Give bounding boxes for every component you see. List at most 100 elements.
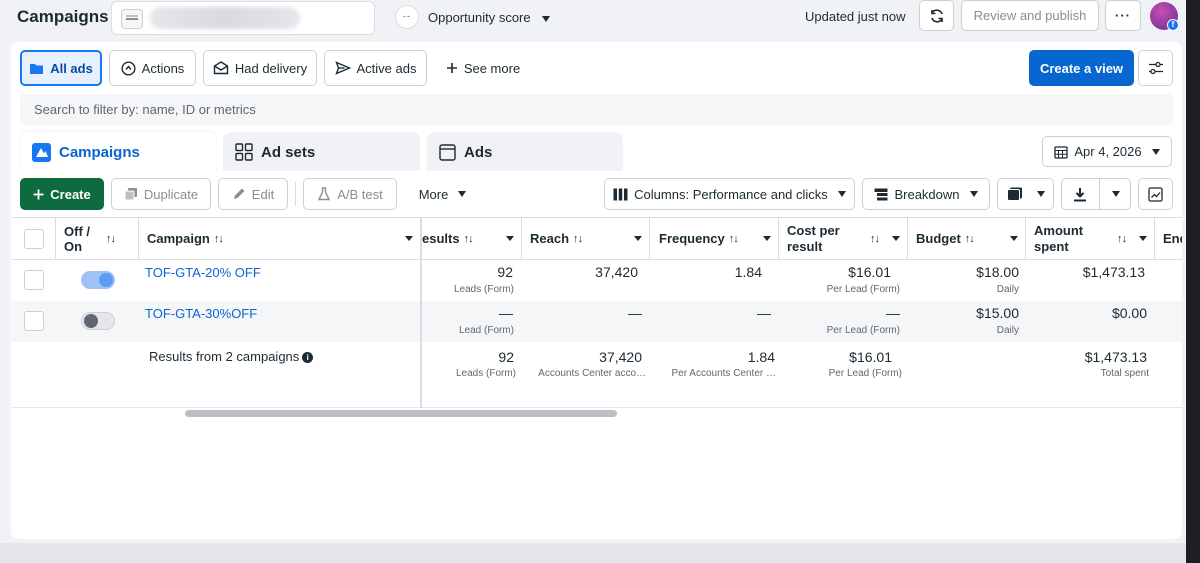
reach-header-label: Reach bbox=[530, 231, 570, 246]
spent-value: $1,473.13 bbox=[1082, 264, 1145, 280]
refresh-button[interactable] bbox=[919, 0, 954, 31]
results-header-label: esults bbox=[422, 231, 460, 246]
breakdown-label: Breakdown bbox=[894, 186, 960, 202]
row-checkbox[interactable] bbox=[24, 270, 44, 290]
pencil-icon bbox=[232, 187, 246, 201]
column-header-reach[interactable]: Reach ↑↓ bbox=[530, 217, 583, 260]
opportunity-score-label: Opportunity score bbox=[428, 10, 531, 25]
account-selector[interactable] bbox=[111, 1, 375, 35]
chevron-down-icon[interactable] bbox=[1010, 236, 1018, 241]
chevron-down-icon[interactable] bbox=[405, 236, 413, 241]
chevron-down-icon bbox=[1036, 191, 1045, 197]
column-header-results[interactable]: esults ↑↓ bbox=[422, 217, 474, 260]
tab-campaigns-label: Campaigns bbox=[59, 143, 140, 161]
ab-test-button[interactable]: A/B test bbox=[303, 178, 397, 210]
filter-all-ads-label: All ads bbox=[50, 60, 93, 76]
sort-icon: ↑↓ bbox=[728, 232, 739, 245]
cost-sub: Per Lead (Form) bbox=[826, 284, 900, 295]
sort-icon[interactable]: ↑↓ bbox=[866, 217, 880, 260]
horizontal-scrollbar[interactable] bbox=[185, 410, 617, 417]
summary-reach: 37,420 bbox=[599, 349, 642, 365]
sort-icon: ↑↓ bbox=[463, 232, 474, 245]
tab-ads[interactable]: Ads bbox=[427, 132, 623, 172]
reach-value: — bbox=[628, 305, 642, 321]
date-range-label: Apr 4, 2026 bbox=[1074, 144, 1142, 159]
chevron-down-icon[interactable] bbox=[506, 236, 514, 241]
column-header-campaign[interactable]: Campaign ↑↓ bbox=[147, 217, 224, 260]
filter-actions-label: Actions bbox=[141, 60, 185, 76]
chevron-down-icon[interactable] bbox=[763, 236, 771, 241]
reach-value: 37,420 bbox=[595, 264, 638, 280]
column-header-ends[interactable]: End bbox=[1163, 217, 1182, 260]
grid-icon bbox=[235, 143, 253, 161]
actions-icon bbox=[121, 60, 136, 76]
campaign-link[interactable]: TOF-GTA-20% OFF bbox=[145, 265, 261, 280]
reports-dropdown[interactable] bbox=[997, 178, 1054, 210]
review-publish-button[interactable]: Review and publish bbox=[961, 0, 1099, 31]
row-checkbox[interactable] bbox=[24, 311, 44, 331]
campaign-toggle-off[interactable] bbox=[81, 312, 115, 330]
download-icon bbox=[1073, 187, 1087, 202]
chevron-down-icon[interactable] bbox=[634, 236, 642, 241]
info-icon[interactable]: i bbox=[302, 352, 314, 363]
campaign-toggle-on[interactable] bbox=[81, 271, 115, 289]
campaign-link[interactable]: TOF-GTA-30%OFF bbox=[145, 306, 257, 321]
sort-icon[interactable]: ↑↓ bbox=[102, 217, 116, 260]
column-header-budget[interactable]: Budget ↑↓ bbox=[916, 217, 975, 260]
bottom-strip bbox=[0, 543, 1186, 563]
breakdown-icon bbox=[874, 188, 888, 201]
square-icon bbox=[439, 143, 456, 161]
chevron-down-icon[interactable] bbox=[892, 236, 900, 241]
view-settings-button[interactable] bbox=[1138, 50, 1173, 86]
more-dropdown[interactable]: More bbox=[405, 178, 480, 210]
columns-dropdown[interactable]: Columns: Performance and clicks bbox=[604, 178, 855, 210]
opportunity-score-dots: -- bbox=[395, 5, 419, 29]
spent-value: $0.00 bbox=[1111, 305, 1147, 321]
more-icon: ··· bbox=[1115, 8, 1131, 23]
see-more-filters[interactable]: See more bbox=[436, 50, 530, 86]
chevron-down-icon bbox=[1111, 191, 1120, 197]
breakdown-dropdown[interactable]: Breakdown bbox=[862, 178, 990, 210]
tab-ad-sets-label: Ad sets bbox=[261, 143, 316, 161]
sort-icon[interactable]: ↑↓ bbox=[1113, 217, 1127, 260]
chevron-down-icon bbox=[837, 191, 846, 197]
filter-active-ads[interactable]: Active ads bbox=[324, 50, 427, 86]
column-divider bbox=[907, 217, 908, 260]
chevron-down-icon[interactable] bbox=[1139, 236, 1147, 241]
summary-cost: $16.01 bbox=[849, 349, 892, 365]
date-range-picker[interactable]: Apr 4, 2026 bbox=[1042, 136, 1172, 167]
frequency-header-label: Frequency bbox=[659, 231, 725, 246]
create-button[interactable]: Create bbox=[20, 178, 104, 210]
chevron-down-icon bbox=[542, 15, 551, 22]
duplicate-button[interactable]: Duplicate bbox=[111, 178, 211, 210]
filter-actions[interactable]: Actions bbox=[109, 50, 196, 86]
column-header-frequency[interactable]: Frequency ↑↓ bbox=[659, 217, 739, 260]
reports-icon bbox=[1006, 187, 1023, 201]
filter-had-delivery[interactable]: Had delivery bbox=[203, 50, 317, 86]
budget-header-label: Budget bbox=[916, 231, 961, 246]
edit-button[interactable]: Edit bbox=[218, 178, 288, 210]
cost-value: $16.01 bbox=[848, 264, 891, 280]
select-all-checkbox[interactable] bbox=[24, 229, 44, 249]
budget-sub: Daily bbox=[996, 325, 1019, 336]
frozen-column-divider bbox=[420, 217, 422, 408]
column-header-amount-spent[interactable]: Amount spent bbox=[1034, 217, 1094, 260]
folder-icon bbox=[29, 62, 44, 75]
plus-icon bbox=[446, 62, 458, 74]
tab-ad-sets[interactable]: Ad sets bbox=[223, 132, 420, 172]
toggle-knob bbox=[99, 273, 113, 287]
tab-campaigns[interactable]: Campaigns bbox=[20, 132, 216, 172]
more-options-button[interactable]: ··· bbox=[1105, 0, 1141, 31]
view-charts-button[interactable] bbox=[1138, 178, 1173, 210]
export-dropdown[interactable] bbox=[1061, 178, 1131, 210]
search-input[interactable]: Search to filter by: name, ID or metrics bbox=[20, 94, 1173, 125]
filter-all-ads[interactable]: All ads bbox=[20, 50, 102, 86]
create-view-button[interactable]: Create a view bbox=[1029, 50, 1134, 86]
chevron-down-icon bbox=[1151, 148, 1160, 155]
column-header-cost-per-result[interactable]: Cost per result bbox=[787, 217, 859, 260]
ab-test-label: A/B test bbox=[337, 186, 383, 202]
summary-label: Results from 2 campaigns i bbox=[149, 349, 314, 364]
summary-frequency-sub: Per Accounts Center … bbox=[671, 368, 777, 379]
column-divider bbox=[649, 217, 650, 260]
opportunity-score-dropdown[interactable]: Opportunity score bbox=[428, 10, 551, 25]
